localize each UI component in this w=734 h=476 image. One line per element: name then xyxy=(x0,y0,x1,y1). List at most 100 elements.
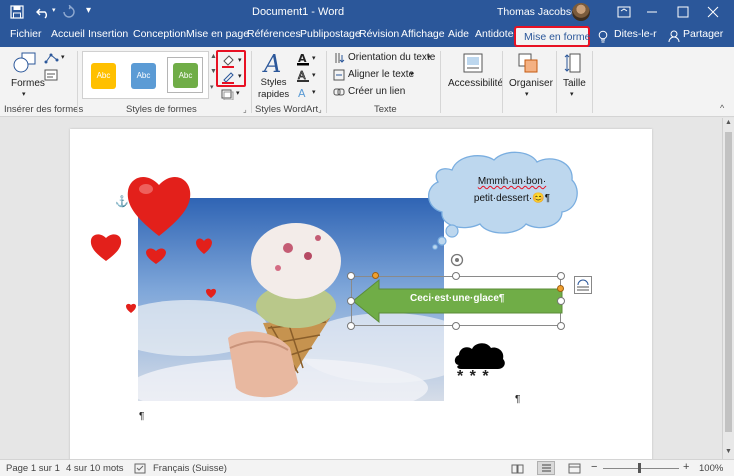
text-outline-icon[interactable]: A xyxy=(296,69,310,83)
tab-revision[interactable]: Révision xyxy=(359,28,399,40)
shape-fill-icon[interactable] xyxy=(221,54,235,68)
shape-style-preset-green[interactable]: Abc xyxy=(173,63,198,88)
rotation-handle-icon[interactable] xyxy=(449,252,465,268)
accessibility-button[interactable]: Accessibilité xyxy=(448,78,503,89)
tab-antidote[interactable]: Antidote xyxy=(475,28,514,40)
size-button[interactable]: Taille xyxy=(563,78,586,89)
user-name[interactable]: Thomas Jacobsen xyxy=(497,6,583,18)
tab-conception[interactable]: Conception xyxy=(133,28,186,40)
avatar[interactable] xyxy=(572,3,590,21)
align-text-button[interactable]: Aligner le texte xyxy=(348,69,414,80)
arrange-button[interactable]: Organiser xyxy=(509,78,553,89)
save-icon[interactable] xyxy=(10,5,24,19)
arrange-dropdown-icon[interactable]: ▾ xyxy=(525,90,529,98)
small-red-heart[interactable] xyxy=(195,237,213,255)
text-outline-dropdown-icon[interactable]: ▾ xyxy=(312,71,316,79)
dialog-launcher-icon[interactable]: ⌟ xyxy=(243,105,247,114)
resize-handle[interactable] xyxy=(347,272,355,280)
dialog-launcher-icon[interactable]: ⌟ xyxy=(318,105,322,114)
resize-handle[interactable] xyxy=(557,272,565,280)
tab-affichage[interactable]: Affichage xyxy=(401,28,445,40)
vertical-scrollbar[interactable]: ▲ ▼ xyxy=(722,118,734,459)
text-effects-icon[interactable]: A xyxy=(296,86,310,100)
zoom-slider-thumb[interactable] xyxy=(638,463,641,473)
ribbon-display-icon[interactable] xyxy=(617,6,631,18)
text-direction-dropdown-icon[interactable]: ▾ xyxy=(427,53,431,61)
shape-style-preset-blue[interactable]: Abc xyxy=(131,63,156,89)
tell-me-search[interactable]: Dites-le-r xyxy=(614,28,657,40)
align-text-dropdown-icon[interactable]: ▾ xyxy=(410,70,414,78)
undo-dropdown-icon[interactable]: ▾ xyxy=(52,6,56,14)
size-dropdown-icon[interactable]: ▾ xyxy=(570,90,574,98)
edit-shape-dropdown-icon[interactable]: ▾ xyxy=(61,53,65,61)
page-count[interactable]: Page 1 sur 1 xyxy=(6,463,60,474)
layout-options-icon[interactable] xyxy=(574,276,592,294)
customize-toolbar-icon[interactable]: ▾ xyxy=(86,5,91,16)
shape-style-preset-orange[interactable]: Abc xyxy=(91,63,116,89)
adjustment-handle[interactable] xyxy=(372,272,379,279)
text-direction-button[interactable]: Orientation du texte xyxy=(348,52,435,63)
close-icon[interactable] xyxy=(707,6,719,18)
shapes-dropdown-icon[interactable]: ▾ xyxy=(22,90,26,98)
adjustment-handle[interactable] xyxy=(557,285,564,292)
shape-effects-dropdown-icon[interactable]: ▾ xyxy=(236,89,240,97)
tab-fichier[interactable]: Fichier xyxy=(10,28,42,40)
separator xyxy=(326,51,327,113)
resize-handle[interactable] xyxy=(557,322,565,330)
tab-references[interactable]: Références xyxy=(247,28,301,40)
tab-accueil[interactable]: Accueil xyxy=(51,28,85,40)
resize-handle[interactable] xyxy=(557,297,565,305)
lightbulb-icon[interactable] xyxy=(598,30,608,43)
zoom-level[interactable]: 100% xyxy=(699,463,723,474)
web-layout-icon[interactable] xyxy=(568,463,581,474)
create-link-button[interactable]: Créer un lien xyxy=(348,86,405,97)
zoom-out-icon[interactable]: − xyxy=(591,461,597,473)
text-effects-dropdown-icon[interactable]: ▾ xyxy=(312,88,316,96)
shape-outline-dropdown-icon[interactable]: ▾ xyxy=(238,72,242,80)
text-fill-dropdown-icon[interactable]: ▾ xyxy=(312,54,316,62)
edit-shape-icon[interactable] xyxy=(44,52,60,65)
share-person-icon[interactable] xyxy=(668,30,680,42)
zoom-in-icon[interactable]: + xyxy=(683,461,689,473)
resize-handle[interactable] xyxy=(452,272,460,280)
tab-mise-en-page[interactable]: Mise en page xyxy=(186,28,249,40)
minimize-icon[interactable] xyxy=(646,6,658,18)
text-fill-icon[interactable]: A xyxy=(296,52,310,66)
shapes-button[interactable]: Formes xyxy=(11,78,45,89)
gallery-more-icon[interactable]: ▾ xyxy=(210,83,214,91)
print-layout-button[interactable] xyxy=(537,461,555,475)
tab-publipostage[interactable]: Publipostage xyxy=(300,28,361,40)
share-button[interactable]: Partager xyxy=(683,28,723,40)
collapse-ribbon-icon[interactable]: ^ xyxy=(720,103,724,113)
zoom-slider[interactable] xyxy=(603,468,679,469)
maximize-icon[interactable] xyxy=(677,6,689,18)
tab-insertion[interactable]: Insertion xyxy=(88,28,128,40)
text-box-icon[interactable] xyxy=(44,69,58,81)
tiny-red-heart[interactable] xyxy=(125,303,137,314)
word-count[interactable]: 4 sur 10 mots xyxy=(66,463,124,474)
tiny-red-heart[interactable] xyxy=(205,288,217,299)
scroll-down-icon[interactable]: ▼ xyxy=(725,448,732,455)
scroll-thumb[interactable] xyxy=(725,132,732,432)
resize-handle[interactable] xyxy=(452,322,460,330)
large-red-heart[interactable] xyxy=(126,173,192,237)
quick-styles-button[interactable]: Styles rapides xyxy=(258,77,289,101)
document-page[interactable]: ⚓ Mmmh·un·bon· petit·dessert·😊¶ Ceci·est… xyxy=(70,129,652,459)
resize-handle[interactable] xyxy=(347,297,355,305)
separator xyxy=(251,51,252,113)
scroll-up-icon[interactable]: ▲ xyxy=(725,119,732,126)
read-mode-icon[interactable] xyxy=(511,463,524,474)
small-red-heart[interactable] xyxy=(145,247,167,265)
proofing-icon[interactable] xyxy=(134,463,146,474)
medium-red-heart[interactable] xyxy=(89,232,123,262)
undo-icon[interactable] xyxy=(36,5,50,19)
shape-outline-icon[interactable] xyxy=(221,70,235,84)
shape-effects-icon[interactable] xyxy=(220,88,234,100)
shape-fill-dropdown-icon[interactable]: ▾ xyxy=(238,56,242,64)
redo-icon[interactable] xyxy=(62,5,76,19)
resize-handle[interactable] xyxy=(347,322,355,330)
language[interactable]: Français (Suisse) xyxy=(153,463,227,474)
separator xyxy=(77,51,78,113)
tab-aide[interactable]: Aide xyxy=(448,28,469,40)
tab-mise-en-forme[interactable]: Mise en forme xyxy=(514,26,591,47)
